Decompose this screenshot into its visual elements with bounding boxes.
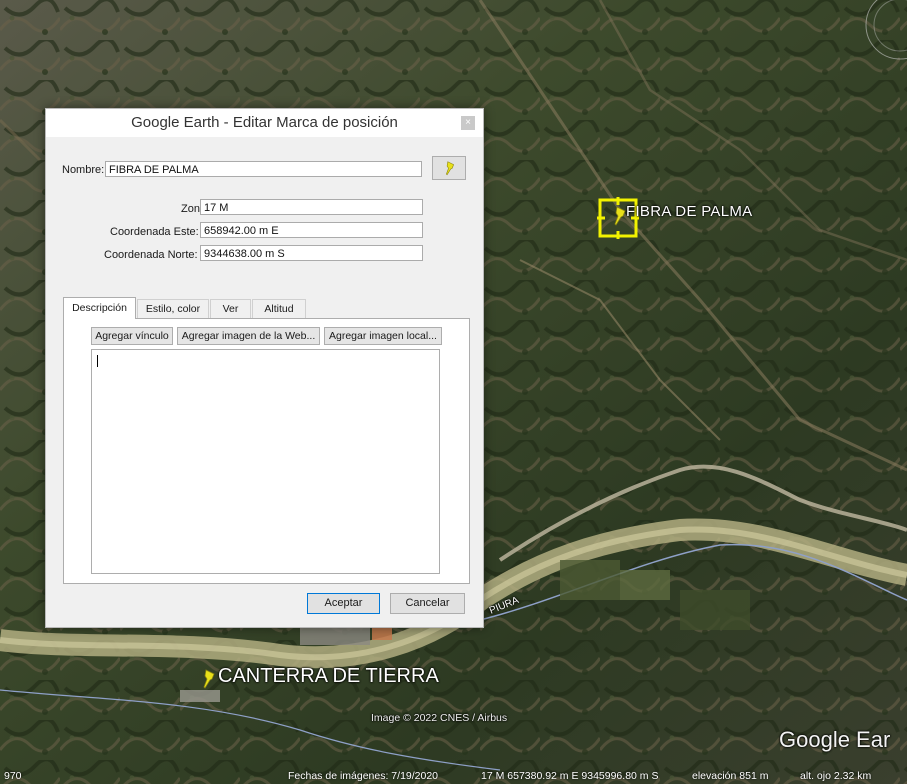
cancel-button[interactable]: Cancelar [390, 593, 465, 614]
status-bar: 970 Fechas de imágenes: 7/19/2020 17 M 6… [0, 768, 907, 784]
imagery-copyright: Image © 2022 CNES / Airbus [371, 712, 508, 724]
close-button[interactable]: × [461, 116, 475, 130]
tab-altitud[interactable]: Altitud [252, 299, 306, 318]
name-field[interactable]: FIBRA DE PALMA [105, 161, 422, 177]
text-caret [97, 355, 98, 367]
pushpin-icon [446, 161, 455, 176]
description-panel: Agregar vínculo Agregar imagen de la Web… [63, 318, 470, 584]
placemark-label-main[interactable]: FIBRA DE PALMA [626, 203, 752, 220]
pushpin-icon[interactable] [198, 668, 220, 692]
status-left-value: 970 [4, 770, 22, 782]
status-eye-altitude: alt. ojo 2.32 km [800, 770, 872, 782]
add-local-image-button[interactable]: Agregar imagen local... [324, 327, 442, 345]
name-label: Nombre: [62, 164, 105, 176]
tab-estilo-color[interactable]: Estilo, color [137, 299, 209, 318]
east-coordinate-label: Coordenada Este: [110, 226, 199, 238]
tab-descripcion[interactable]: Descripción [63, 297, 136, 319]
east-coordinate-field[interactable]: 658942.00 m E [200, 222, 423, 238]
dialog-titlebar[interactable]: Google Earth - Editar Marca de posición … [46, 109, 483, 137]
add-link-button[interactable]: Agregar vínculo [91, 327, 173, 345]
add-web-image-button[interactable]: Agregar imagen de la Web... [177, 327, 320, 345]
status-elevation: elevación 851 m [692, 770, 769, 782]
placemark-label-secondary[interactable]: CANTERRA DE TIERRA [218, 665, 439, 688]
north-coordinate-label: Coordenada Norte: [104, 249, 198, 261]
zone-field[interactable]: 17 M [200, 199, 423, 215]
edit-placemark-dialog: Google Earth - Editar Marca de posición … [45, 108, 484, 628]
tab-ver[interactable]: Ver [210, 299, 251, 318]
ok-button[interactable]: Aceptar [307, 593, 380, 614]
status-coordinates: 17 M 657380.92 m E 9345996.80 m S [481, 770, 659, 782]
zone-label: Zona: [181, 203, 210, 215]
status-imagery-date: Fechas de imágenes: 7/19/2020 [288, 770, 439, 782]
dialog-title: Google Earth - Editar Marca de posición [131, 114, 398, 131]
placemark-icon-button[interactable] [432, 156, 466, 180]
description-textarea[interactable] [91, 349, 440, 574]
north-coordinate-field[interactable]: 9344638.00 m S [200, 245, 423, 261]
google-earth-logo: Google Ear [779, 727, 891, 752]
